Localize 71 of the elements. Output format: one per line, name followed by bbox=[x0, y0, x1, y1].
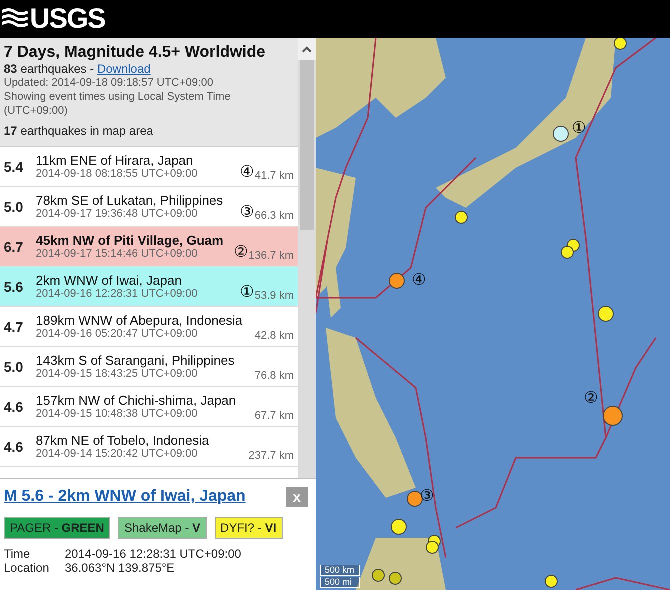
magnitude: 5.4 bbox=[4, 158, 24, 174]
place-name: 11km ENE of Hirara, Japan bbox=[36, 153, 194, 168]
map-view[interactable]: ① ④ ② ③ 500 km 500 mi bbox=[316, 38, 670, 590]
map-count-label: earthquakes in map area bbox=[20, 124, 154, 138]
scale-bar: 500 mi bbox=[320, 577, 360, 588]
magnitude: 4.7 bbox=[4, 318, 24, 334]
time-note: Showing event times using Local System Time (UTC+09:00) bbox=[4, 90, 232, 118]
place-name: 78km SE of Lukatan, Philippines bbox=[36, 193, 224, 208]
marker-number: ② bbox=[234, 243, 248, 262]
magnitude: 6.7 bbox=[4, 238, 24, 254]
earthquake-marker[interactable] bbox=[407, 491, 423, 507]
marker-number: ④ bbox=[412, 271, 426, 290]
scroll-up-icon[interactable] bbox=[302, 46, 312, 52]
depth-text: 136.7 km bbox=[248, 250, 294, 262]
event-time: 2014-09-17 15:14:46 UTC+09:00 bbox=[36, 248, 199, 260]
place-name: 45km NW of Piti Village, Guam bbox=[36, 233, 225, 248]
earthquake-marker[interactable] bbox=[389, 273, 405, 289]
depth-text: 66.3 km bbox=[254, 210, 294, 222]
depth-text: 53.9 km bbox=[254, 290, 294, 302]
place-name: 87km NE of Tobelo, Indonesia bbox=[36, 433, 210, 448]
wave-logo-icon bbox=[2, 8, 28, 30]
download-link[interactable]: Download bbox=[97, 62, 151, 76]
place-name: 2km WNW of Iwai, Japan bbox=[36, 273, 183, 288]
earthquake-marker[interactable] bbox=[603, 406, 623, 426]
earthquake-marker[interactable] bbox=[560, 246, 574, 258]
event-time: 2014-09-16 05:20:47 UTC+09:00 bbox=[36, 328, 199, 340]
earthquake-marker[interactable] bbox=[544, 574, 558, 588]
event-time: 2014-09-18 08:18:55 UTC+09:00 bbox=[36, 168, 199, 180]
map-count: 17 bbox=[4, 124, 18, 138]
marker-number: ③ bbox=[420, 487, 434, 506]
magnitude: 5.0 bbox=[4, 358, 24, 374]
depth-text: 67.7 km bbox=[254, 410, 294, 422]
event-time: 2014-09-15 10:48:38 UTC+09:00 bbox=[36, 408, 199, 420]
magnitude: 5.6 bbox=[4, 278, 24, 294]
marker-number: ③ bbox=[240, 203, 254, 222]
count-label: earthquakes - bbox=[20, 62, 94, 76]
impact-badge[interactable]: ShakeMap - V bbox=[118, 517, 207, 539]
earthquake-count: 83 bbox=[4, 62, 18, 76]
depth-text: 237.7 km bbox=[248, 450, 294, 462]
magnitude: 5.0 bbox=[4, 198, 24, 214]
depth-text: 76.8 km bbox=[254, 370, 294, 382]
event-time: 2014-09-17 19:36:48 UTC+09:00 bbox=[36, 208, 199, 220]
depth-text: 41.7 km bbox=[254, 170, 294, 182]
scale-bar: 500 km bbox=[320, 565, 360, 576]
event-title-link[interactable]: M 5.6 - 2km WNW of Iwai, Japan bbox=[4, 488, 246, 506]
earthquake-marker[interactable] bbox=[598, 306, 614, 322]
scroll-thumb[interactable] bbox=[300, 60, 314, 230]
place-name: 157km NW of Chichi-shima, Japan bbox=[36, 393, 238, 408]
event-time: 2014-09-16 12:28:31 UTC+09:00 bbox=[36, 288, 199, 300]
logo-text: USGS bbox=[30, 3, 106, 35]
detail-label: Location bbox=[4, 561, 50, 575]
magnitude: 4.6 bbox=[4, 398, 24, 414]
impact-badge[interactable]: PAGER - GREEN bbox=[4, 517, 110, 539]
magnitude: 4.6 bbox=[4, 438, 24, 454]
place-name: 143km S of Sarangani, Philippines bbox=[36, 353, 236, 368]
feed-title: 7 Days, Magnitude 4.5+ Worldwide bbox=[4, 44, 267, 62]
event-time: 2014-09-14 15:20:42 UTC+09:00 bbox=[36, 448, 199, 460]
depth-text: 42.8 km bbox=[254, 330, 294, 342]
earthquake-marker[interactable] bbox=[391, 519, 407, 535]
detail-value: 2014-09-16 12:28:31 UTC+09:00 bbox=[65, 547, 242, 561]
marker-number: ④ bbox=[240, 163, 254, 182]
marker-number: ② bbox=[584, 389, 598, 408]
detail-label: Time bbox=[4, 547, 32, 561]
updated-text: Updated: 2014-09-18 09:18:57 UTC+09:00 bbox=[4, 76, 214, 90]
earthquake-marker[interactable] bbox=[454, 210, 468, 224]
marker-number: ① bbox=[240, 283, 254, 302]
marker-number: ① bbox=[572, 119, 586, 138]
event-time: 2014-09-15 18:43:25 UTC+09:00 bbox=[36, 368, 199, 380]
place-name: 189km WNW of Abepura, Indonesia bbox=[36, 313, 244, 328]
impact-badge[interactable]: DYFI? - VI bbox=[214, 517, 283, 539]
detail-value: 36.063°N 139.875°E bbox=[65, 561, 176, 575]
